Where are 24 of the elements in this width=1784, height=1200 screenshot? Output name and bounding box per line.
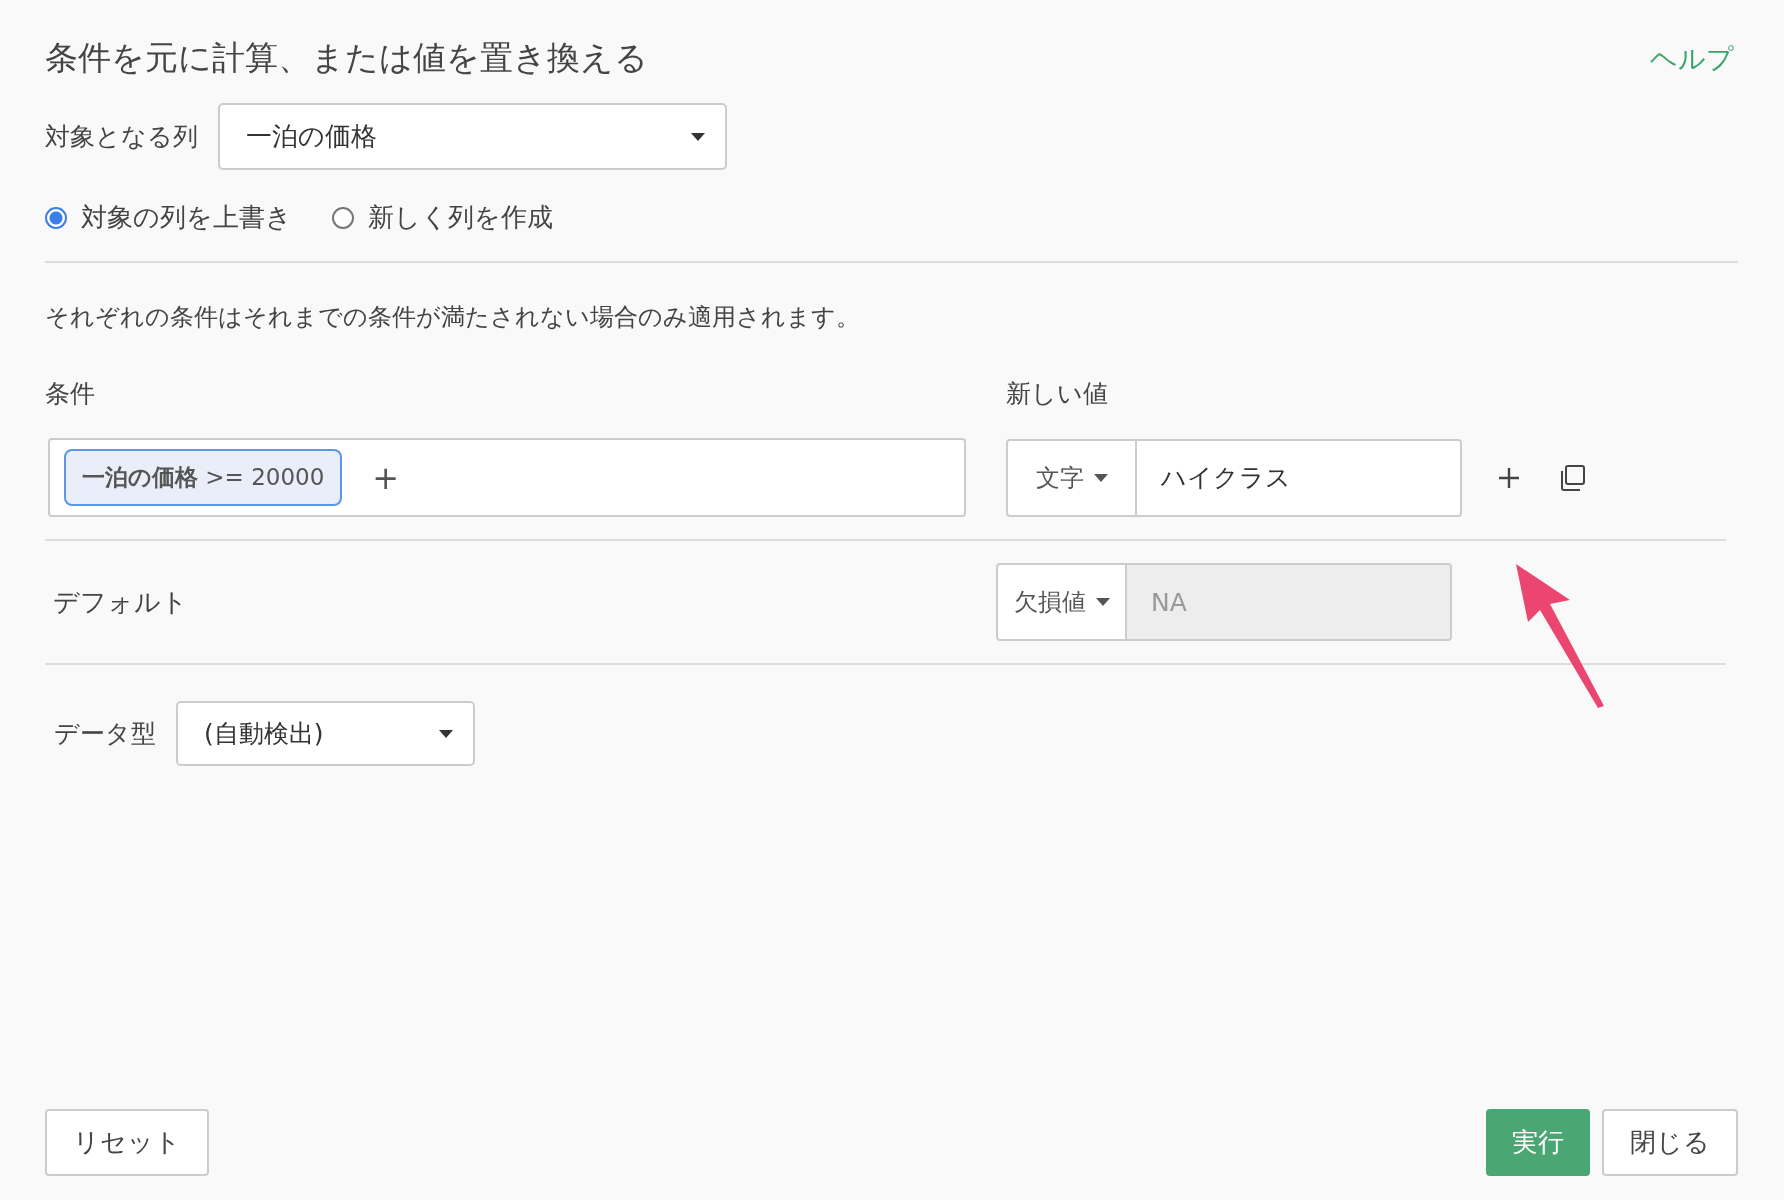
add-condition-button[interactable]: + bbox=[366, 458, 406, 497]
close-button[interactable]: 閉じる bbox=[1602, 1109, 1738, 1176]
value-type-select[interactable]: 文字 bbox=[1006, 438, 1135, 517]
data-type-label: データ型 bbox=[54, 718, 156, 750]
reset-button[interactable]: リセット bbox=[45, 1109, 209, 1176]
caret-icon bbox=[439, 729, 453, 738]
condition-field[interactable]: 一泊の価格 >= 20000 + bbox=[48, 438, 966, 517]
radio-option[interactable]: 新しく列を作成 bbox=[332, 200, 553, 235]
new-value-header: 新しい値 bbox=[1006, 378, 1108, 410]
radio-option[interactable]: 対象の列を上書き bbox=[45, 200, 292, 235]
target-column-select[interactable]: 一泊の価格 bbox=[218, 103, 727, 170]
caret-icon bbox=[1093, 473, 1108, 482]
caret-icon bbox=[1095, 598, 1110, 606]
caret-icon bbox=[691, 132, 705, 141]
plus-icon[interactable] bbox=[1498, 466, 1520, 489]
data-type-select[interactable]: (自動検出) bbox=[176, 701, 475, 766]
copy-icon[interactable] bbox=[1558, 463, 1586, 492]
note-text: それぞれの条件はそれまでの条件が満たされない場合のみ適用されます。 bbox=[45, 302, 861, 333]
default-label: デフォルト bbox=[53, 585, 188, 619]
condition-chip[interactable]: 一泊の価格 >= 20000 bbox=[64, 449, 343, 506]
condition-header: 条件 bbox=[45, 378, 96, 410]
target-column-label: 対象となる列 bbox=[45, 121, 198, 153]
value-input[interactable]: ハイクラス bbox=[1135, 438, 1462, 517]
dialog-title: 条件を元に計算、または値を置き換える bbox=[45, 37, 648, 79]
